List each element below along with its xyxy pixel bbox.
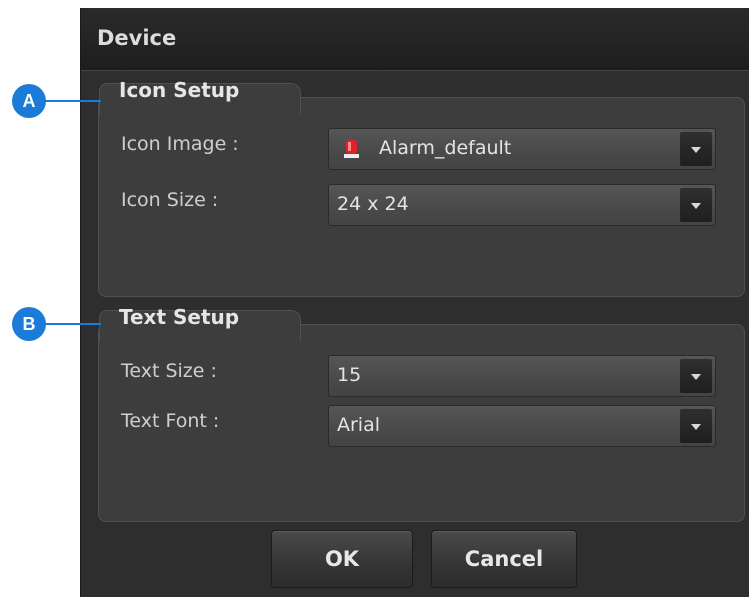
text-font-dropdown-button[interactable] [680,409,712,443]
text-size-label: Text Size : [121,360,217,382]
text-setup-group: Text Setup Text Size : 15 Text Font : Ar… [98,305,745,522]
chevron-down-icon [691,203,701,209]
icon-image-select[interactable]: Alarm_default [328,128,716,170]
alarm-light-icon [344,140,359,158]
icon-size-dropdown-button[interactable] [680,188,712,222]
callout-a-badge: A [12,84,46,118]
text-size-dropdown-button[interactable] [680,359,712,393]
icon-size-label: Icon Size : [121,189,219,211]
dialog-titlebar: Device [81,8,749,71]
icon-setup-legend-tab: Icon Setup [99,78,301,114]
text-setup-legend: Text Setup [119,305,240,329]
dialog-title: Device [97,26,177,50]
cancel-button[interactable]: Cancel [431,530,577,588]
device-dialog: Device Icon Setup Icon Image : Alarm_def… [80,8,749,597]
icon-image-label: Icon Image : [121,133,239,155]
icon-image-dropdown-button[interactable] [680,132,712,166]
text-font-select[interactable]: Arial [328,405,716,447]
icon-setup-group: Icon Setup Icon Image : Alarm_default Ic… [98,78,745,297]
chevron-down-icon [691,374,701,380]
chevron-down-icon [691,147,701,153]
text-font-value: Arial [337,414,381,436]
ok-button[interactable]: OK [271,530,413,588]
icon-image-value: Alarm_default [379,137,512,159]
icon-size-select[interactable]: 24 x 24 [328,184,716,226]
callout-b-badge: B [12,307,46,341]
text-font-label: Text Font : [121,410,220,432]
text-size-value: 15 [337,364,362,386]
chevron-down-icon [691,424,701,430]
text-size-select[interactable]: 15 [328,355,716,397]
callout-a-line [44,100,101,102]
callout-b-line [44,323,101,325]
icon-size-value: 24 x 24 [337,193,409,215]
text-setup-legend-tab: Text Setup [99,305,301,341]
icon-setup-legend: Icon Setup [119,78,240,102]
